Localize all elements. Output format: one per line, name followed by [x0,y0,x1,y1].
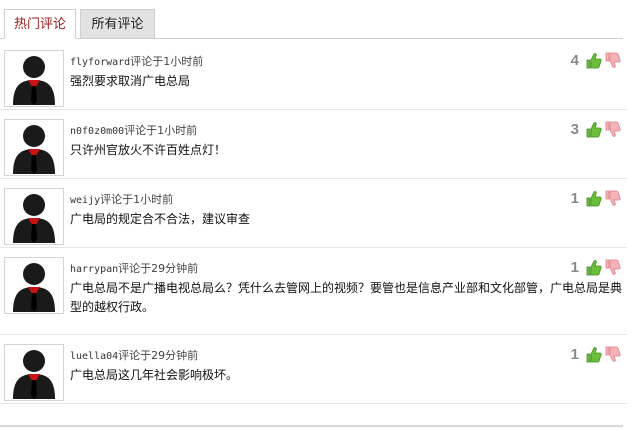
thumbs-up-icon[interactable] [585,346,602,363]
thumbs-up-icon[interactable] [585,259,602,276]
comment-item: luella04评论于29分钟前 广电总局这几年社会影响极坏。 1 [0,334,627,404]
vote-count: 1 [570,345,579,363]
default-user-avatar-icon [13,194,55,243]
vote-count: 3 [570,120,579,138]
default-user-avatar-icon [13,125,55,174]
default-user-avatar-icon [13,56,55,105]
comment-text: 广电总局这几年社会影响极坏。 [70,368,239,382]
vote-count: 1 [570,258,579,276]
vote-count: 1 [570,189,579,207]
avatar[interactable] [4,119,64,176]
comment-username[interactable]: n0f0z0m00 [70,126,124,137]
comment-text: 广电总局不是广播电视总局么？凭什么去管网上的视频？要管也是信息产业部和文化部管，… [70,281,623,314]
comment-item: flyforward评论于1小时前 强烈要求取消广电总局 4 [0,40,627,110]
thumbs-down-icon[interactable] [604,52,621,69]
vote-box: 1 [571,258,621,276]
comment-text: 强烈要求取消广电总局 [70,74,191,88]
tab-all-comments[interactable]: 所有评论 [80,9,155,39]
comment-username[interactable]: harrypan [70,264,118,275]
avatar[interactable] [4,257,64,314]
vote-box: 1 [571,189,621,207]
default-user-avatar-icon [13,350,55,399]
comment-username[interactable]: weijy [70,195,100,206]
vote-box: 3 [571,120,621,138]
comment-time: 评论于1小时前 [124,124,198,137]
thumbs-down-icon[interactable] [604,121,621,138]
comment-item: n0f0z0m00评论于1小时前 只许州官放火不许百姓点灯！ 3 [0,109,627,179]
avatar[interactable] [4,344,64,401]
avatar[interactable] [4,50,64,107]
vote-count: 4 [570,51,579,69]
comment-text: 广电局的规定合不合法，建议审查 [70,212,251,226]
list-bottom-divider [0,425,623,427]
comment-meta: weijy评论于1小时前 [70,191,173,207]
thumbs-down-icon[interactable] [604,190,621,207]
comment-meta: luella04评论于29分钟前 [70,347,198,363]
comment-time: 评论于29分钟前 [118,262,199,275]
thumbs-up-icon[interactable] [585,52,602,69]
default-user-avatar-icon [13,263,55,312]
comment-item: weijy评论于1小时前 广电局的规定合不合法，建议审查 1 [0,178,627,248]
comment-username[interactable]: luella04 [70,351,118,362]
comment-meta: flyforward评论于1小时前 [70,53,203,69]
comment-meta: harrypan评论于29分钟前 [70,260,198,276]
comment-tabs: 热门评论 所有评论 [0,0,633,40]
avatar[interactable] [4,188,64,245]
vote-box: 1 [571,345,621,363]
comment-time: 评论于29分钟前 [118,349,199,362]
comment-username[interactable]: flyforward [70,57,130,68]
comment-meta: n0f0z0m00评论于1小时前 [70,122,197,138]
comment-text: 只许州官放火不许百姓点灯！ [70,143,227,157]
thumbs-down-icon[interactable] [604,346,621,363]
vote-box: 4 [571,51,621,69]
thumbs-up-icon[interactable] [585,190,602,207]
comment-time: 评论于1小时前 [100,193,174,206]
comment-time: 评论于1小时前 [130,55,204,68]
tab-hot-comments[interactable]: 热门评论 [4,9,76,39]
thumbs-up-icon[interactable] [585,121,602,138]
comment-item: harrypan评论于29分钟前 广电总局不是广播电视总局么？凭什么去管网上的视… [0,247,627,335]
thumbs-down-icon[interactable] [604,259,621,276]
